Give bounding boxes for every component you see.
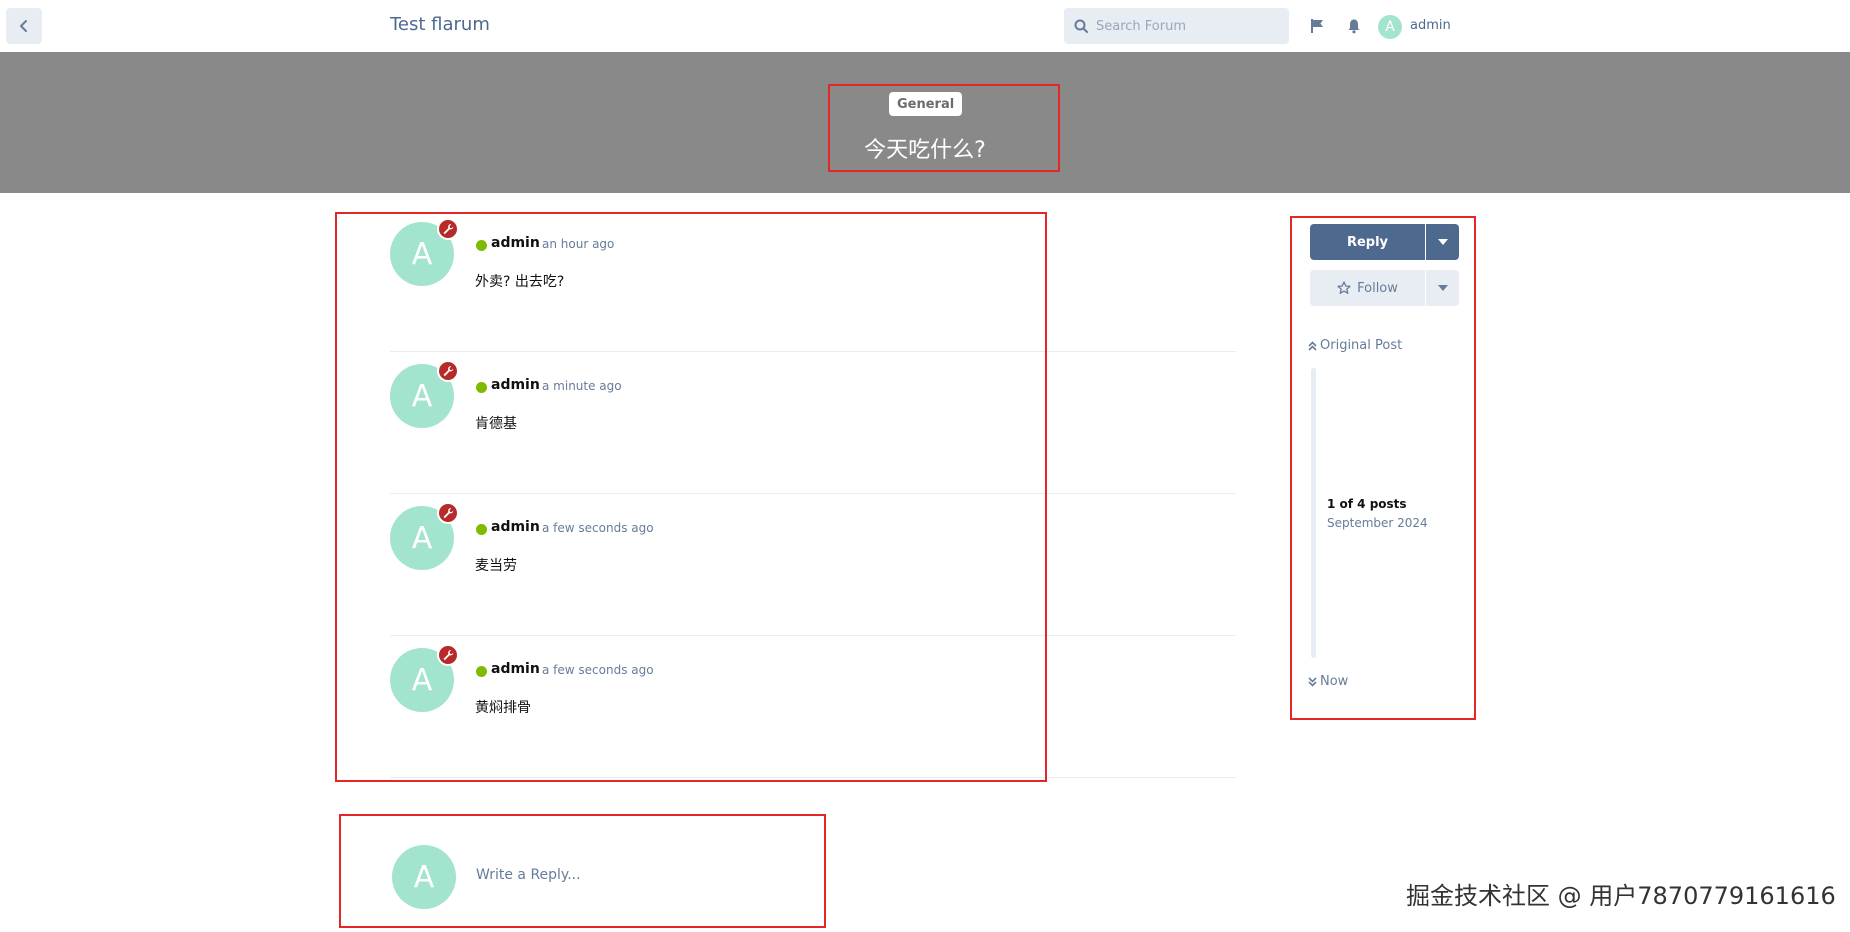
post-time[interactable]: a few seconds ago [542,663,654,677]
search-input[interactable] [1096,18,1276,34]
online-indicator [476,382,487,393]
search-box[interactable] [1064,8,1289,44]
post-content: 黄焖排骨 [475,700,531,716]
back-button[interactable] [6,8,42,44]
wrench-icon [443,366,454,377]
online-indicator [476,524,487,535]
follow-button[interactable]: Follow [1310,270,1425,306]
flag-icon [1311,19,1323,33]
post-content: 外卖? 出去吃? [475,274,565,290]
post-author[interactable]: admin [491,661,540,677]
post-time[interactable]: an hour ago [542,237,614,251]
original-post-label: Original Post [1320,338,1403,353]
reply-placeholder[interactable]: Write a Reply... [476,867,581,883]
post-content: 麦当劳 [475,558,517,574]
post-author[interactable]: admin [491,377,540,393]
discussion-hero [0,52,1850,193]
reply-button[interactable]: Reply [1310,224,1425,260]
watermark-text: 掘金技术社区 @ 用户7870779161616 [1406,882,1836,910]
chevron-left-icon [20,20,27,32]
moderator-badge [437,502,459,524]
reply-dropdown-button[interactable] [1426,224,1459,260]
wrench-icon [443,224,454,235]
scrubber-post-count: 1 of 4 posts [1327,497,1407,511]
follow-dropdown-button[interactable] [1426,270,1459,306]
post-item: A admin a few seconds ago 黄焖排骨 [390,636,1236,778]
wrench-icon [443,650,454,661]
moderator-badge [437,218,459,240]
top-bar: Test flarum A admin [0,0,1850,52]
now-label: Now [1320,674,1349,689]
scrubber-handle[interactable] [1309,368,1318,658]
flags-button[interactable] [1305,14,1329,38]
post-author[interactable]: admin [491,235,540,251]
caret-down-icon [1437,285,1448,291]
wrench-icon [443,508,454,519]
double-chevron-down-icon [1308,676,1317,687]
post-time[interactable]: a few seconds ago [542,521,654,535]
scrubber-date: September 2024 [1327,516,1428,530]
post-item: A admin a few seconds ago 麦当劳 [390,494,1236,636]
online-indicator [476,240,487,251]
post-author[interactable]: admin [491,519,540,535]
user-menu-name[interactable]: admin [1410,18,1451,33]
bell-icon [1348,19,1360,34]
star-icon [1337,281,1351,294]
discussion-title: 今天吃什么? [864,138,986,163]
moderator-badge [437,360,459,382]
now-link[interactable]: Now [1308,674,1348,689]
original-post-link[interactable]: Original Post [1308,338,1402,353]
post-item: A admin an hour ago 外卖? 出去吃? [390,210,1236,352]
online-indicator [476,666,487,677]
notifications-button[interactable] [1342,14,1366,38]
post-item: A admin a minute ago 肯德基 [390,352,1236,494]
tag-label[interactable]: General [889,92,963,116]
post-content: 肯德基 [475,416,517,432]
caret-down-icon [1437,239,1448,245]
post-time[interactable]: a minute ago [542,379,622,393]
forum-title[interactable]: Test flarum [390,14,490,35]
moderator-badge [437,644,459,666]
user-avatar[interactable]: A [1378,15,1402,39]
composer-avatar: A [392,845,456,909]
follow-label: Follow [1357,280,1398,296]
double-chevron-up-icon [1308,340,1317,351]
search-icon [1074,19,1088,33]
